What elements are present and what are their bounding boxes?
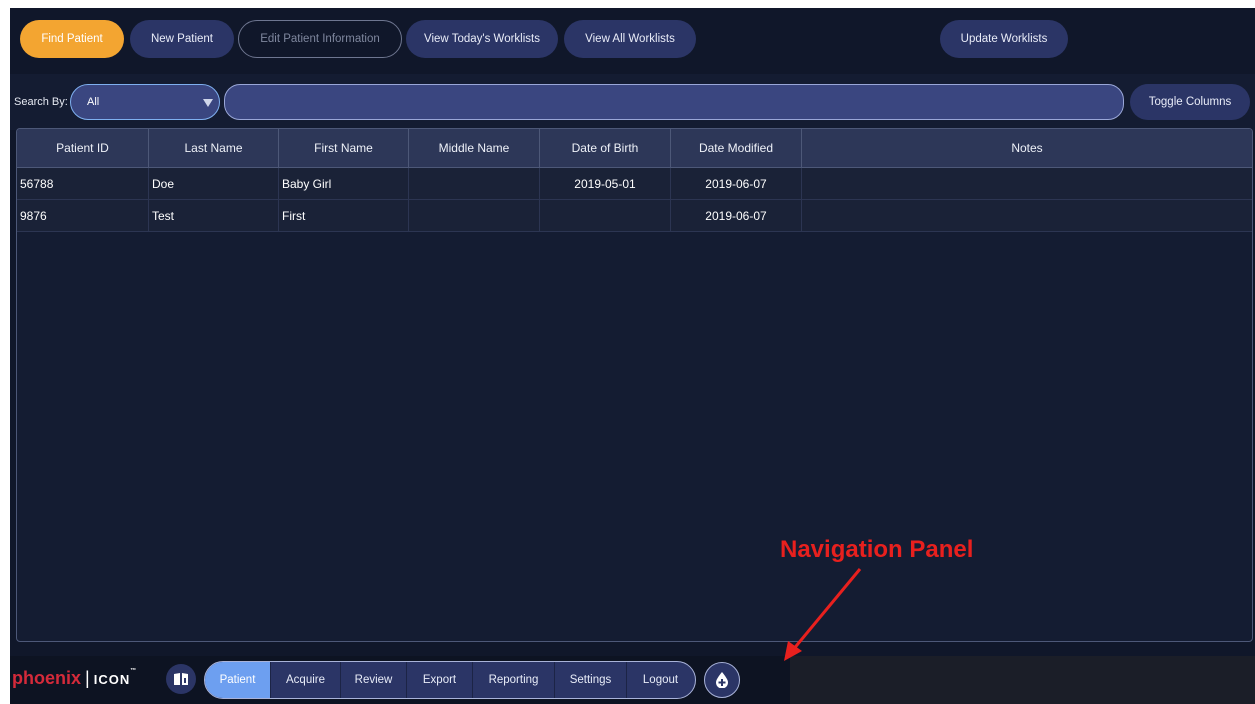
find-patient-button[interactable]: Find Patient [20, 20, 124, 58]
table-header-row: Patient ID Last Name First Name Middle N… [17, 129, 1252, 168]
phoenix-icon-logo: phoenix | ICON™ [12, 668, 136, 689]
nav-item-export[interactable]: Export [407, 662, 473, 698]
patient-table: Patient ID Last Name First Name Middle N… [16, 128, 1253, 642]
column-header-last-name[interactable]: Last Name [149, 129, 279, 167]
add-drop-button[interactable] [704, 662, 740, 698]
edit-patient-information-button[interactable]: Edit Patient Information [238, 20, 402, 58]
navigation-panel: phoenix | ICON™ Patient Acquire Review Exp… [10, 656, 790, 704]
table-row[interactable]: 56788 Doe Baby Girl 2019-05-01 2019-06-0… [17, 168, 1252, 200]
plus-drop-icon [716, 672, 728, 688]
cell-date-modified: 2019-06-07 [671, 168, 802, 199]
nav-item-reporting[interactable]: Reporting [473, 662, 555, 698]
update-worklists-button[interactable]: Update Worklists [940, 20, 1068, 58]
cell-notes [802, 200, 1252, 231]
search-by-label: Search By: [14, 96, 68, 108]
cell-date-of-birth [540, 200, 671, 231]
search-by-selected-value: All [87, 96, 100, 108]
nav-item-review[interactable]: Review [341, 662, 407, 698]
nav-tab-group: Patient Acquire Review Export Reporting … [204, 661, 696, 699]
logo-divider: | [85, 668, 90, 688]
table-row[interactable]: 9876 Test First 2019-06-07 [17, 200, 1252, 232]
navigation-panel-callout-label: Navigation Panel [780, 536, 974, 563]
manual-button[interactable] [166, 664, 196, 694]
app-window: Find Patient New Patient Edit Patient In… [10, 8, 1255, 704]
logo-phoenix-text: phoenix [12, 668, 82, 688]
cell-first-name: First [279, 200, 409, 231]
dropdown-arrow-icon [203, 99, 213, 107]
nav-item-acquire[interactable]: Acquire [271, 662, 341, 698]
cell-notes [802, 168, 1252, 199]
column-header-date-of-birth[interactable]: Date of Birth [540, 129, 671, 167]
logo-trademark: ™ [130, 668, 137, 674]
column-header-date-modified[interactable]: Date Modified [671, 129, 802, 167]
book-icon [174, 673, 188, 685]
cell-patient-id: 56788 [17, 168, 149, 199]
column-header-first-name[interactable]: First Name [279, 129, 409, 167]
top-toolbar: Find Patient New Patient Edit Patient In… [10, 8, 1255, 72]
column-header-middle-name[interactable]: Middle Name [409, 129, 540, 167]
search-input[interactable] [224, 84, 1124, 120]
cell-date-modified: 2019-06-07 [671, 200, 802, 231]
view-todays-worklists-button[interactable]: View Today's Worklists [406, 20, 558, 58]
new-patient-button[interactable]: New Patient [130, 20, 234, 58]
callout-arrow-icon [784, 568, 862, 661]
search-by-select[interactable]: All [70, 84, 220, 120]
cell-middle-name [409, 168, 540, 199]
cell-patient-id: 9876 [17, 200, 149, 231]
cell-last-name: Doe [149, 168, 279, 199]
search-bar: Search By: All Toggle Columns [10, 74, 1255, 130]
toggle-columns-button[interactable]: Toggle Columns [1130, 84, 1250, 120]
cell-first-name: Baby Girl [279, 168, 409, 199]
view-all-worklists-button[interactable]: View All Worklists [564, 20, 696, 58]
nav-item-settings[interactable]: Settings [555, 662, 627, 698]
cell-last-name: Test [149, 200, 279, 231]
cell-middle-name [409, 200, 540, 231]
column-header-notes[interactable]: Notes [802, 129, 1252, 167]
nav-item-patient[interactable]: Patient [205, 662, 271, 698]
nav-item-logout[interactable]: Logout [627, 662, 694, 698]
logo-icon-text: ICON [93, 672, 131, 687]
cell-date-of-birth: 2019-05-01 [540, 168, 671, 199]
column-header-patient-id[interactable]: Patient ID [17, 129, 149, 167]
